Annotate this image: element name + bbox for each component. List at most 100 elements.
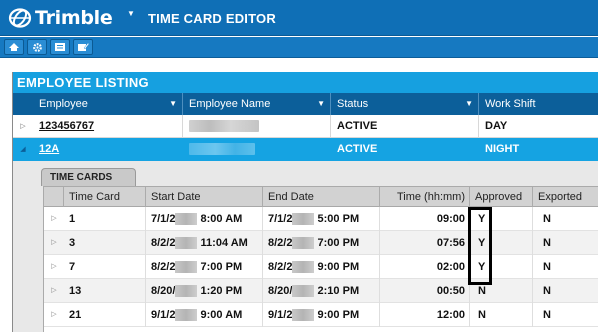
- collapse-row-icon[interactable]: ◢: [13, 138, 33, 161]
- employee-id-cell[interactable]: 123456767: [33, 115, 183, 138]
- exported-cell: N: [543, 213, 551, 225]
- start-date-cell: 8/20/ 1:20 PM: [146, 279, 263, 303]
- redacted-year: [175, 237, 198, 250]
- end-date-prefix: 9/1/2: [268, 309, 293, 321]
- edit-card-button[interactable]: [73, 39, 93, 55]
- time-card-id-cell: 13: [64, 279, 146, 303]
- start-time: 11:04 AM: [200, 237, 248, 249]
- status-cell: ACTIVE: [331, 115, 479, 138]
- end-time: 5:00 PM: [317, 213, 360, 225]
- employee-listing-panel: EMPLOYEE LISTING Employee ▼ Employee Nam…: [12, 72, 598, 332]
- app-switcher-caret-icon[interactable]: ▼: [127, 9, 135, 18]
- employee-id-cell[interactable]: 12A: [33, 138, 183, 161]
- end-date-cell: 8/2/2 9:00 PM: [263, 255, 380, 279]
- time-cell: 12:00: [380, 303, 470, 327]
- redacted-year: [292, 237, 315, 250]
- redacted-year: [175, 285, 198, 298]
- end-time: 7:00 PM: [317, 237, 360, 249]
- column-menu-icon[interactable]: ▼: [169, 93, 177, 115]
- time-cards-grid-header: Time Card Start Date End Date Time (hh:m…: [44, 187, 598, 207]
- start-date-prefix: 9/1/2: [151, 309, 176, 321]
- end-date-prefix: 8/20/: [268, 285, 293, 297]
- col-header-label: Employee Name: [189, 98, 271, 110]
- approved-cell: Y: [470, 255, 533, 279]
- time-card-row[interactable]: ▷ 13 8/20/ 1:20 PM 8/20/ 2:10 PM 00:50 N N: [44, 279, 598, 303]
- work-shift-cell: NIGHT: [485, 143, 520, 155]
- employee-grid-header: Employee ▼ Employee Name ▼ Status ▼ Work…: [13, 93, 598, 115]
- redacted-name: [189, 143, 255, 156]
- end-time: 2:10 PM: [317, 285, 360, 297]
- col-header-label: Work Shift: [485, 98, 536, 110]
- app-header: Trimble ▼ TIME CARD EDITOR: [0, 0, 598, 36]
- expand-row-icon[interactable]: ▷: [44, 255, 64, 279]
- time-card-row[interactable]: ▷ 1 7/1/2 8:00 AM 7/1/2 5:00 PM 09:00 Y N: [44, 207, 598, 231]
- end-date-cell: 8/20/ 2:10 PM: [263, 279, 380, 303]
- time-cell: 02:00: [380, 255, 470, 279]
- employee-row[interactable]: ▷ 123456767 ACTIVE DAY: [13, 115, 598, 138]
- col-header-exported[interactable]: Exported: [533, 187, 598, 207]
- col-header-approved[interactable]: Approved: [470, 187, 533, 207]
- time-card-row[interactable]: ▷ 7 8/2/2 7:00 PM 8/2/2 9:00 PM 02:00 Y N: [44, 255, 598, 279]
- time-card-id: 21: [69, 309, 82, 321]
- approved-cell: Y: [470, 207, 533, 231]
- home-button[interactable]: [4, 39, 24, 55]
- col-header-end-date[interactable]: End Date: [263, 187, 380, 207]
- employee-id-link[interactable]: 12A: [39, 143, 59, 155]
- expand-row-icon[interactable]: ▷: [44, 303, 64, 327]
- end-date-prefix: 8/2/2: [268, 261, 293, 273]
- col-header-time-card[interactable]: Time Card: [64, 187, 146, 207]
- start-date-prefix: 8/2/2: [151, 261, 176, 273]
- time-card-id: 7: [69, 261, 76, 273]
- time-card-row[interactable]: ▷ 3 8/2/2 11:04 AM 8/2/2 7:00 PM 07:56 Y N: [44, 231, 598, 255]
- time-card-id: 1: [69, 213, 76, 225]
- start-date-prefix: 7/1/2: [151, 213, 176, 225]
- expand-row-icon[interactable]: ▷: [44, 207, 64, 231]
- time-card-id: 3: [69, 237, 76, 249]
- exported-cell: N: [543, 237, 551, 249]
- redacted-year: [292, 261, 315, 274]
- employee-id-link[interactable]: 123456767: [39, 120, 94, 132]
- trimble-globe-icon: [8, 8, 32, 28]
- time-cell: 07:56: [380, 231, 470, 255]
- time-card-row[interactable]: ▷ 21 9/1/2 9:00 AM 9/1/2 9:00 PM 12:00 N N: [44, 303, 598, 327]
- column-menu-icon[interactable]: ▼: [317, 93, 325, 115]
- tab-time-cards[interactable]: TIME CARDS: [41, 168, 136, 186]
- employee-name-cell: [183, 138, 331, 161]
- card-list-button[interactable]: [50, 39, 70, 55]
- approved-cell: N: [470, 303, 533, 327]
- col-header-employee[interactable]: Employee ▼: [33, 93, 183, 115]
- home-icon: [9, 43, 19, 51]
- employee-row-selected[interactable]: ◢ 12A ACTIVE NIGHT: [13, 138, 598, 161]
- col-header-start-date[interactable]: Start Date: [146, 187, 263, 207]
- time-card-id-cell: 21: [64, 303, 146, 327]
- time-card-id-cell: 1: [64, 207, 146, 231]
- expand-row-icon[interactable]: ▷: [13, 115, 33, 138]
- approved-cell: Y: [470, 231, 533, 255]
- col-header-label: Employee: [39, 98, 88, 110]
- expand-row-icon[interactable]: ▷: [44, 279, 64, 303]
- col-header-employee-name[interactable]: Employee Name ▼: [183, 93, 331, 115]
- column-menu-icon[interactable]: ▼: [465, 93, 473, 115]
- start-time: 7:00 PM: [200, 261, 243, 273]
- card-list-icon: [55, 43, 65, 51]
- end-date-cell: 7/1/2 5:00 PM: [263, 207, 380, 231]
- start-date-cell: 7/1/2 8:00 AM: [146, 207, 263, 231]
- time-cards-subpanel: TIME CARDS Time Card Start Date End Date…: [13, 161, 598, 332]
- start-date-cell: 9/1/2 9:00 AM: [146, 303, 263, 327]
- col-header-time[interactable]: Time (hh:mm): [380, 187, 470, 207]
- logo-text: Trimble: [35, 7, 113, 29]
- col-header-work-shift[interactable]: Work Shift: [479, 93, 598, 115]
- end-date-cell: 9/1/2 9:00 PM: [263, 303, 380, 327]
- redacted-name: [189, 120, 259, 133]
- start-date-prefix: 8/2/2: [151, 237, 176, 249]
- redacted-year: [292, 285, 315, 298]
- col-header-status[interactable]: Status ▼: [331, 93, 479, 115]
- expander-col-header: [44, 187, 64, 207]
- work-shift-cell: DAY: [485, 120, 508, 132]
- status-cell: ACTIVE: [331, 138, 479, 161]
- exported-cell: N: [543, 309, 551, 321]
- settings-button[interactable]: [27, 39, 47, 55]
- expand-row-icon[interactable]: ▷: [44, 231, 64, 255]
- trimble-logo[interactable]: Trimble: [8, 6, 113, 30]
- redacted-year: [292, 213, 315, 226]
